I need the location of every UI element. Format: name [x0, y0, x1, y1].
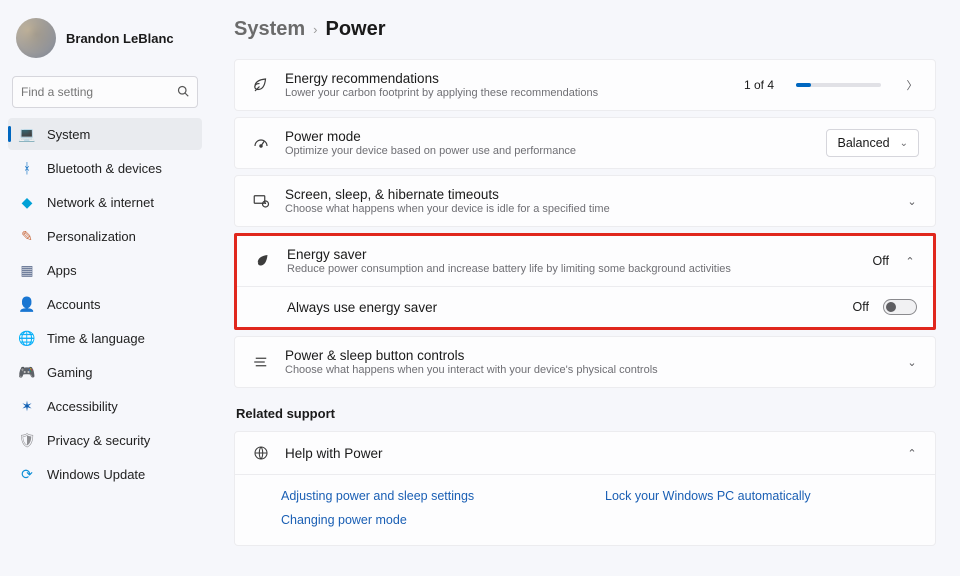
sidebar-item-label: Windows Update: [47, 467, 145, 482]
row-always-energy-saver: Always use energy saver Off: [237, 286, 933, 327]
sidebar-item-label: Privacy & security: [47, 433, 150, 448]
chevron-down-icon: ⌄: [905, 356, 919, 369]
toggle-status: Off: [853, 300, 869, 314]
help-links: Adjusting power and sleep settings Lock …: [235, 474, 935, 545]
breadcrumb-parent[interactable]: System: [234, 18, 305, 41]
chevron-up-icon: ⌃: [905, 447, 919, 460]
sidebar-item-network-internet[interactable]: ◆ Network & internet: [8, 186, 202, 218]
sidebar-item-accounts[interactable]: 👤 Accounts: [8, 288, 202, 320]
row-subtitle: Optimize your device based on power use …: [285, 145, 812, 157]
chevron-down-icon: ⌄: [905, 195, 919, 208]
sidebar-item-label: Gaming: [47, 365, 93, 380]
sidebar-item-time-language[interactable]: 🌐 Time & language: [8, 322, 202, 354]
row-title: Help with Power: [285, 446, 891, 461]
gauge-icon: [251, 133, 271, 153]
search-input[interactable]: [21, 85, 177, 99]
power-mode-dropdown[interactable]: Balanced ⌄: [826, 129, 919, 157]
sidebar-item-label: Apps: [47, 263, 77, 278]
person-icon: 👤: [18, 295, 36, 313]
user-block[interactable]: Brandon LeBlanc: [8, 12, 202, 72]
row-subtitle: Lower your carbon footprint by applying …: [285, 87, 730, 99]
sidebar-item-label: Accessibility: [47, 399, 118, 414]
shield-icon: 🛡: [18, 431, 36, 449]
row-energy-saver[interactable]: Energy saver Reduce power consumption an…: [237, 236, 933, 327]
screen-icon: [251, 191, 271, 211]
status-value: Off: [873, 254, 889, 268]
row-title: Screen, sleep, & hibernate timeouts: [285, 187, 891, 202]
leaf-solid-icon: [253, 251, 273, 271]
sidebar-item-privacy-security[interactable]: 🛡 Privacy & security: [8, 424, 202, 456]
sidebar-item-label: Personalization: [47, 229, 136, 244]
row-subtitle: Choose what happens when you interact wi…: [285, 364, 891, 376]
row-timeouts[interactable]: Screen, sleep, & hibernate timeouts Choo…: [234, 175, 936, 227]
highlight-annotation: Energy saver Reduce power consumption an…: [234, 233, 936, 330]
sidebar-item-personalization[interactable]: ✎ Personalization: [8, 220, 202, 252]
link-lock-pc[interactable]: Lock your Windows PC automatically: [605, 489, 889, 503]
toggle-switch[interactable]: [883, 299, 917, 315]
globe-icon: [251, 443, 271, 463]
sidebar-item-label: Accounts: [47, 297, 100, 312]
globe-icon: 🌐: [18, 329, 36, 347]
sidebar-item-system[interactable]: 💻 System: [8, 118, 202, 150]
help-card: Help with Power ⌃ Adjusting power and sl…: [234, 431, 936, 546]
username: Brandon LeBlanc: [66, 31, 174, 46]
row-title: Energy saver: [287, 247, 859, 262]
dropdown-value: Balanced: [837, 136, 889, 150]
sidebar-item-label: Network & internet: [47, 195, 154, 210]
row-help-with-power[interactable]: Help with Power ⌃: [235, 432, 935, 474]
list-icon: [251, 352, 271, 372]
link-change-power-mode[interactable]: Changing power mode: [281, 513, 565, 527]
wifi-icon: ◆: [18, 193, 36, 211]
row-power-mode[interactable]: Power mode Optimize your device based on…: [234, 117, 936, 169]
breadcrumb: System › Power: [234, 18, 936, 41]
search-box[interactable]: [12, 76, 198, 108]
link-adjust-power-sleep[interactable]: Adjusting power and sleep settings: [281, 489, 565, 503]
progress-label: 1 of 4: [744, 78, 774, 92]
search-icon: [177, 85, 189, 100]
avatar: [16, 18, 56, 58]
apps-icon: ▦: [18, 261, 36, 279]
row-button-controls[interactable]: Power & sleep button controls Choose wha…: [234, 336, 936, 388]
accessibility-icon: ✶: [18, 397, 36, 415]
breadcrumb-current: Power: [326, 18, 386, 41]
row-title: Energy recommendations: [285, 71, 730, 86]
sidebar-item-accessibility[interactable]: ✶ Accessibility: [8, 390, 202, 422]
sidebar-item-gaming[interactable]: 🎮 Gaming: [8, 356, 202, 388]
sidebar-item-bluetooth-devices[interactable]: ᚼ Bluetooth & devices: [8, 152, 202, 184]
row-title: Always use energy saver: [287, 300, 839, 315]
row-energy-recommendations[interactable]: Energy recommendations Lower your carbon…: [234, 59, 936, 111]
gamepad-icon: 🎮: [18, 363, 36, 381]
sidebar-item-apps[interactable]: ▦ Apps: [8, 254, 202, 286]
brush-icon: ✎: [18, 227, 36, 245]
row-title: Power mode: [285, 129, 812, 144]
chevron-right-icon: 〉: [905, 77, 919, 93]
main-panel: System › Power Energy recommendations Lo…: [210, 0, 960, 576]
system-icon: 💻: [18, 125, 36, 143]
sidebar: Brandon LeBlanc 💻 System ᚼ Bluetooth & devi…: [0, 0, 210, 576]
row-subtitle: Reduce power consumption and increase ba…: [287, 263, 859, 275]
chevron-up-icon: ⌃: [903, 255, 917, 268]
chevron-down-icon: ⌄: [900, 138, 908, 149]
bluetooth-icon: ᚼ: [18, 159, 36, 177]
sidebar-item-label: Bluetooth & devices: [47, 161, 162, 176]
update-icon: ⟳: [18, 465, 36, 483]
row-subtitle: Choose what happens when your device is …: [285, 203, 891, 215]
nav-list: 💻 System ᚼ Bluetooth & devices ◆ Network & in…: [8, 118, 202, 490]
breadcrumb-sep: ›: [313, 22, 317, 37]
sidebar-item-windows-update[interactable]: ⟳ Windows Update: [8, 458, 202, 490]
sidebar-item-label: System: [47, 127, 90, 142]
leaf-icon: [251, 75, 271, 95]
progress-bar: [796, 83, 881, 87]
row-title: Power & sleep button controls: [285, 348, 891, 363]
related-support-header: Related support: [236, 406, 936, 421]
sidebar-item-label: Time & language: [47, 331, 145, 346]
